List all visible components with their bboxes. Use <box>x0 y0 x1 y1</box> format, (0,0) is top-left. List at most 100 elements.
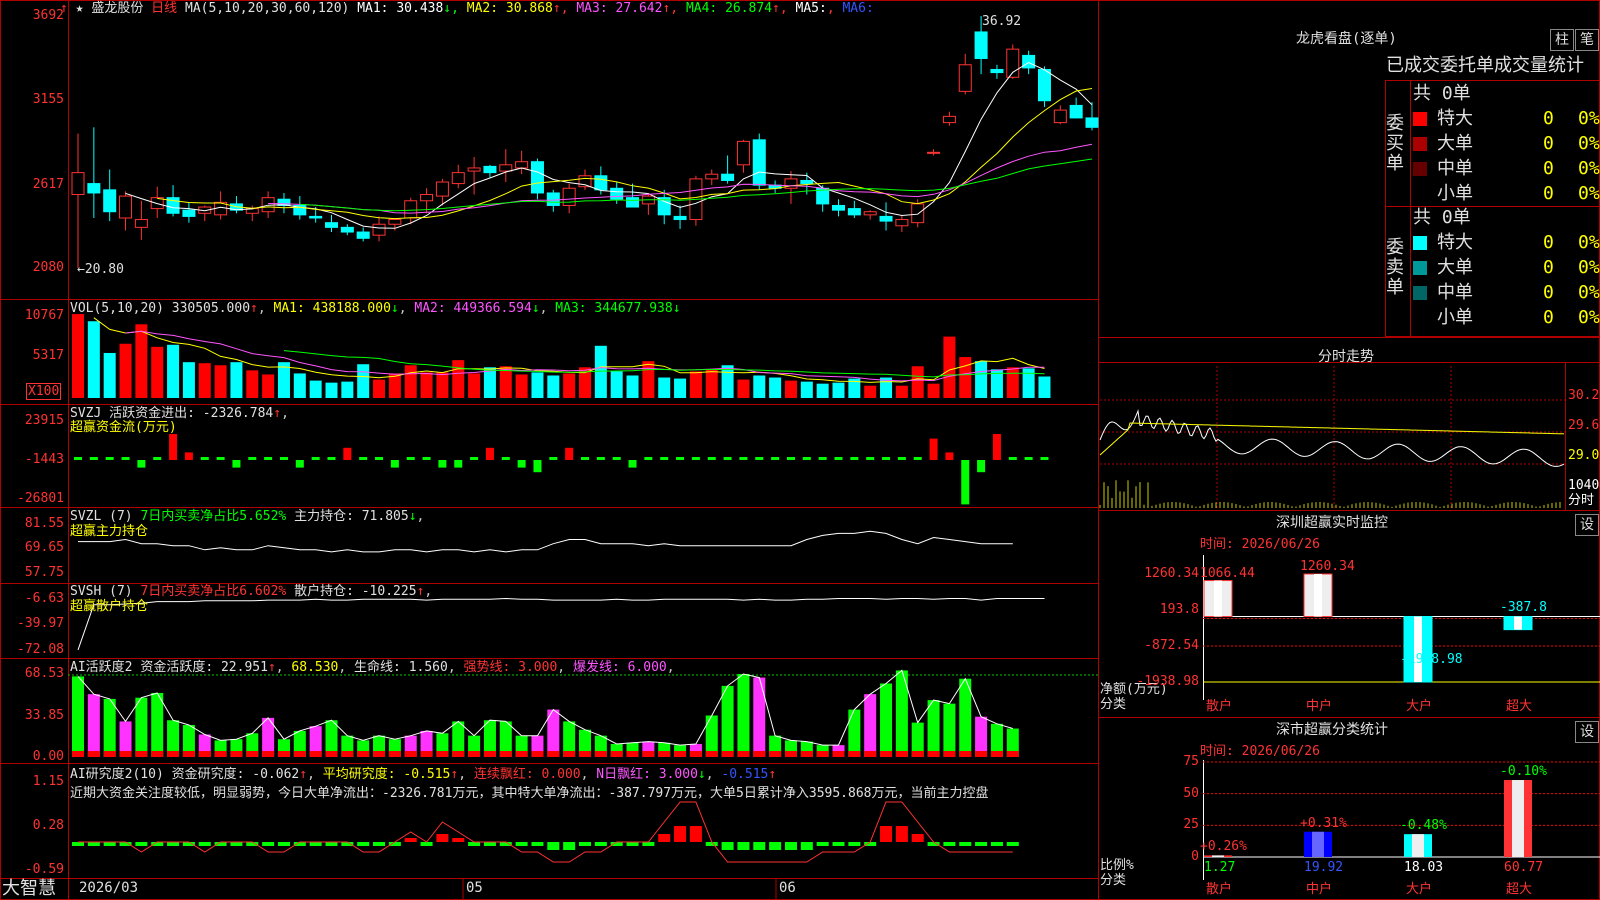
fenshi-title[interactable]: 分时走势 <box>1318 350 1374 365</box>
sz-monitor-time: 时间: 2026/06/26 <box>1200 537 1320 552</box>
tick-mode-button[interactable]: 笔 <box>1575 29 1599 51</box>
candle-body <box>103 189 117 213</box>
volume-bar <box>483 367 496 398</box>
svzj-bar <box>755 457 764 460</box>
ai2-header: AI研究度2(10) 资金研究度: -0.062↑, 平均研究度: -0.515… <box>70 767 777 782</box>
candle-body <box>467 167 481 172</box>
sz-monitor-bar-label: -1938.98 <box>1400 652 1463 667</box>
sz-class-settings-button[interactable]: 设 <box>1575 721 1599 743</box>
volume-bar <box>753 375 766 398</box>
ai2-bar <box>658 834 671 842</box>
volume-bar <box>705 369 718 398</box>
ai1-bar <box>943 703 956 757</box>
sz-monitor-bar-highlight <box>1514 616 1522 630</box>
ai2-bar <box>769 842 782 850</box>
bar-mode-button[interactable]: 柱 <box>1550 29 1574 51</box>
volume-bar <box>721 365 734 398</box>
ai2-bar <box>151 842 164 846</box>
candle-body <box>863 211 877 216</box>
candle-body <box>673 215 687 221</box>
svzj-bar <box>105 457 114 460</box>
svzj-bar <box>169 434 178 460</box>
volume-bar <box>959 357 972 398</box>
volume-bar <box>452 360 465 398</box>
svzj-bar <box>279 457 288 460</box>
svzj-bar <box>89 457 98 460</box>
ai1-base-bar <box>103 751 116 757</box>
svzj-bar <box>866 457 875 460</box>
candle-body <box>340 226 354 233</box>
volume-bar <box>642 361 655 398</box>
ai1-base-bar <box>167 751 180 757</box>
svzj-bar <box>422 457 431 460</box>
sz-class-bar-highlight <box>1512 780 1524 857</box>
candle-body <box>1085 117 1099 128</box>
svzj-bar <box>74 457 82 460</box>
candle-body <box>483 165 497 174</box>
volume-bar <box>784 380 797 398</box>
ai1-base-bar <box>721 751 734 757</box>
axis-label: 57.75 <box>24 565 64 580</box>
candle-body <box>927 151 941 154</box>
ai1-base-bar <box>151 751 164 757</box>
volume-bar <box>1038 376 1051 398</box>
ai1-base-bar <box>1006 751 1019 757</box>
ai1-base-bar <box>579 751 591 757</box>
ai2-bar <box>547 842 560 850</box>
ai1-base-bar <box>895 751 908 757</box>
ai1-base-bar <box>594 751 607 757</box>
svzj-bar <box>834 457 843 460</box>
ai1-base-bar <box>800 751 813 757</box>
fenshi-axis-label: 30.24 <box>1568 388 1600 403</box>
longhu-row-pct: 0% <box>1578 257 1600 278</box>
legend-swatch <box>1413 286 1427 300</box>
ai1-base-bar <box>626 751 639 757</box>
ai1-base-bar <box>262 751 275 757</box>
svzj-bar <box>470 457 479 460</box>
ma-item: MA6: <box>842 1 874 16</box>
sz-class-value: 1.27 <box>1204 860 1236 875</box>
longhu-row-pct: 0% <box>1578 183 1600 204</box>
stock-name[interactable]: 盛龙股份 <box>91 1 143 16</box>
ai2-note: 近期大资金关注度较低，明显弱势，今日大单净流出：-2326.781万元，其中特大… <box>70 786 989 801</box>
volume-bar <box>87 321 100 398</box>
ai2-bar <box>848 842 861 846</box>
longhu-row-name: 小单 <box>1437 183 1473 204</box>
volume-bar <box>198 363 211 398</box>
sz-monitor-category: 中户 <box>1306 699 1333 714</box>
axis-label: -0.59 <box>24 862 64 877</box>
ai2-bar <box>87 842 100 846</box>
candle-body <box>847 208 861 216</box>
svzj-bar <box>153 457 162 460</box>
ai1-base-bar <box>610 751 623 757</box>
ai1-base-bar <box>214 751 227 757</box>
svzj-bar <box>311 457 320 460</box>
sz-class-category: 超大 <box>1506 882 1533 897</box>
sz-class-bar-highlight <box>1412 834 1424 857</box>
sz-monitor-settings-button[interactable]: 设 <box>1575 514 1599 536</box>
ma-item: MA5: <box>795 1 827 16</box>
sz-class-axis-label: 25 <box>1183 817 1199 833</box>
ma-item: MA1: 30.438 <box>357 1 444 16</box>
brand-label[interactable]: 大智慧 <box>2 879 56 899</box>
volume-bar <box>468 373 481 398</box>
sz-monitor-axis-label: 1260.34 <box>1144 566 1199 581</box>
sz-class-change: +0.31% <box>1300 815 1347 831</box>
svzj-bar <box>596 457 605 460</box>
ai1-base-bar <box>737 751 750 757</box>
svzj-bar <box>897 457 906 460</box>
axis-label: 1.15 <box>32 774 64 789</box>
ai2-bar <box>990 842 1003 846</box>
volume-bar <box>895 385 908 398</box>
volume-bar <box>658 377 671 398</box>
ai2-bar <box>816 842 829 846</box>
ai1-base-bar <box>658 751 671 757</box>
ai2-bar <box>832 842 845 846</box>
candle-body <box>87 183 101 194</box>
ai1-base-bar <box>388 751 401 757</box>
candle-body <box>71 172 85 196</box>
candle-body <box>1022 54 1036 69</box>
axis-label: -1443 <box>24 452 64 467</box>
period-label[interactable]: 日线 <box>151 1 177 16</box>
sz-monitor-bar-highlight <box>1314 574 1322 617</box>
